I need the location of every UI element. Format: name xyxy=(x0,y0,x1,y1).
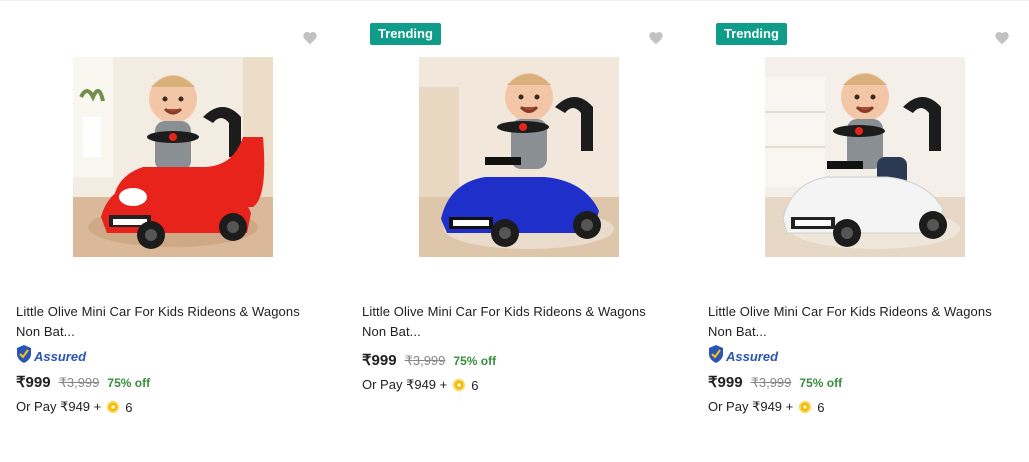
trending-badge: Trending xyxy=(370,23,441,45)
discount-label: 75% off xyxy=(453,354,497,368)
product-card[interactable]: Little Olive Mini Car For Kids Rideons &… xyxy=(0,1,346,462)
product-image[interactable] xyxy=(765,57,965,257)
price-row: ₹999 ₹3,999 75% off xyxy=(362,351,496,369)
selling-price: ₹999 xyxy=(362,352,397,369)
pay-prefix: Or Pay ₹949 + xyxy=(362,377,448,392)
assured-badge: Assured xyxy=(16,345,87,367)
product-title-line1: Little Olive Mini Car For Kids Rideons &… xyxy=(16,304,300,319)
price-row: ₹999 ₹3,999 75% off xyxy=(16,373,150,391)
discount-label: 75% off xyxy=(799,376,843,390)
product-card[interactable]: Trending Little Olive Mini Car For Kids … xyxy=(346,1,692,462)
mrp-price: ₹3,999 xyxy=(58,375,100,390)
product-title-line2: Non Bat... xyxy=(362,324,421,339)
supercoin-icon xyxy=(799,401,812,413)
product-image[interactable] xyxy=(419,57,619,257)
selling-price: ₹999 xyxy=(16,374,51,391)
coin-count: 6 xyxy=(817,399,825,415)
product-grid: Little Olive Mini Car For Kids Rideons &… xyxy=(0,1,1029,462)
trending-badge: Trending xyxy=(716,23,787,45)
mrp-price: ₹3,999 xyxy=(404,353,446,368)
coin-count: 6 xyxy=(125,399,133,415)
supercoin-offer: Or Pay ₹949 + 6 xyxy=(362,377,478,393)
product-title-line2: Non Bat... xyxy=(16,324,75,339)
mrp-price: ₹3,999 xyxy=(750,375,792,390)
supercoin-icon xyxy=(453,379,466,391)
heart-icon[interactable] xyxy=(994,30,1010,46)
selling-price: ₹999 xyxy=(708,374,743,391)
discount-label: 75% off xyxy=(107,376,151,390)
supercoin-offer: Or Pay ₹949 + 6 xyxy=(708,399,824,415)
coin-count: 6 xyxy=(471,377,479,393)
product-title[interactable]: Little Olive Mini Car For Kids Rideons &… xyxy=(708,302,1023,342)
assured-badge: Assured xyxy=(708,345,779,367)
assured-label: Assured xyxy=(34,348,87,364)
assured-label: Assured xyxy=(726,348,779,364)
product-image[interactable] xyxy=(73,57,273,257)
heart-icon[interactable] xyxy=(648,30,664,46)
assured-shield-icon xyxy=(708,345,724,367)
product-card[interactable]: Trending Little Olive Mini Car For Kids … xyxy=(692,1,1029,462)
price-row: ₹999 ₹3,999 75% off xyxy=(708,373,842,391)
product-title[interactable]: Little Olive Mini Car For Kids Rideons &… xyxy=(362,302,677,342)
heart-icon[interactable] xyxy=(302,30,318,46)
supercoin-offer: Or Pay ₹949 + 6 xyxy=(16,399,132,415)
product-title[interactable]: Little Olive Mini Car For Kids Rideons &… xyxy=(16,302,331,342)
assured-shield-icon xyxy=(16,345,32,367)
product-title-line1: Little Olive Mini Car For Kids Rideons &… xyxy=(708,304,992,319)
pay-prefix: Or Pay ₹949 + xyxy=(708,399,794,414)
product-title-line1: Little Olive Mini Car For Kids Rideons &… xyxy=(362,304,646,319)
pay-prefix: Or Pay ₹949 + xyxy=(16,399,102,414)
supercoin-icon xyxy=(107,401,120,413)
product-title-line2: Non Bat... xyxy=(708,324,767,339)
